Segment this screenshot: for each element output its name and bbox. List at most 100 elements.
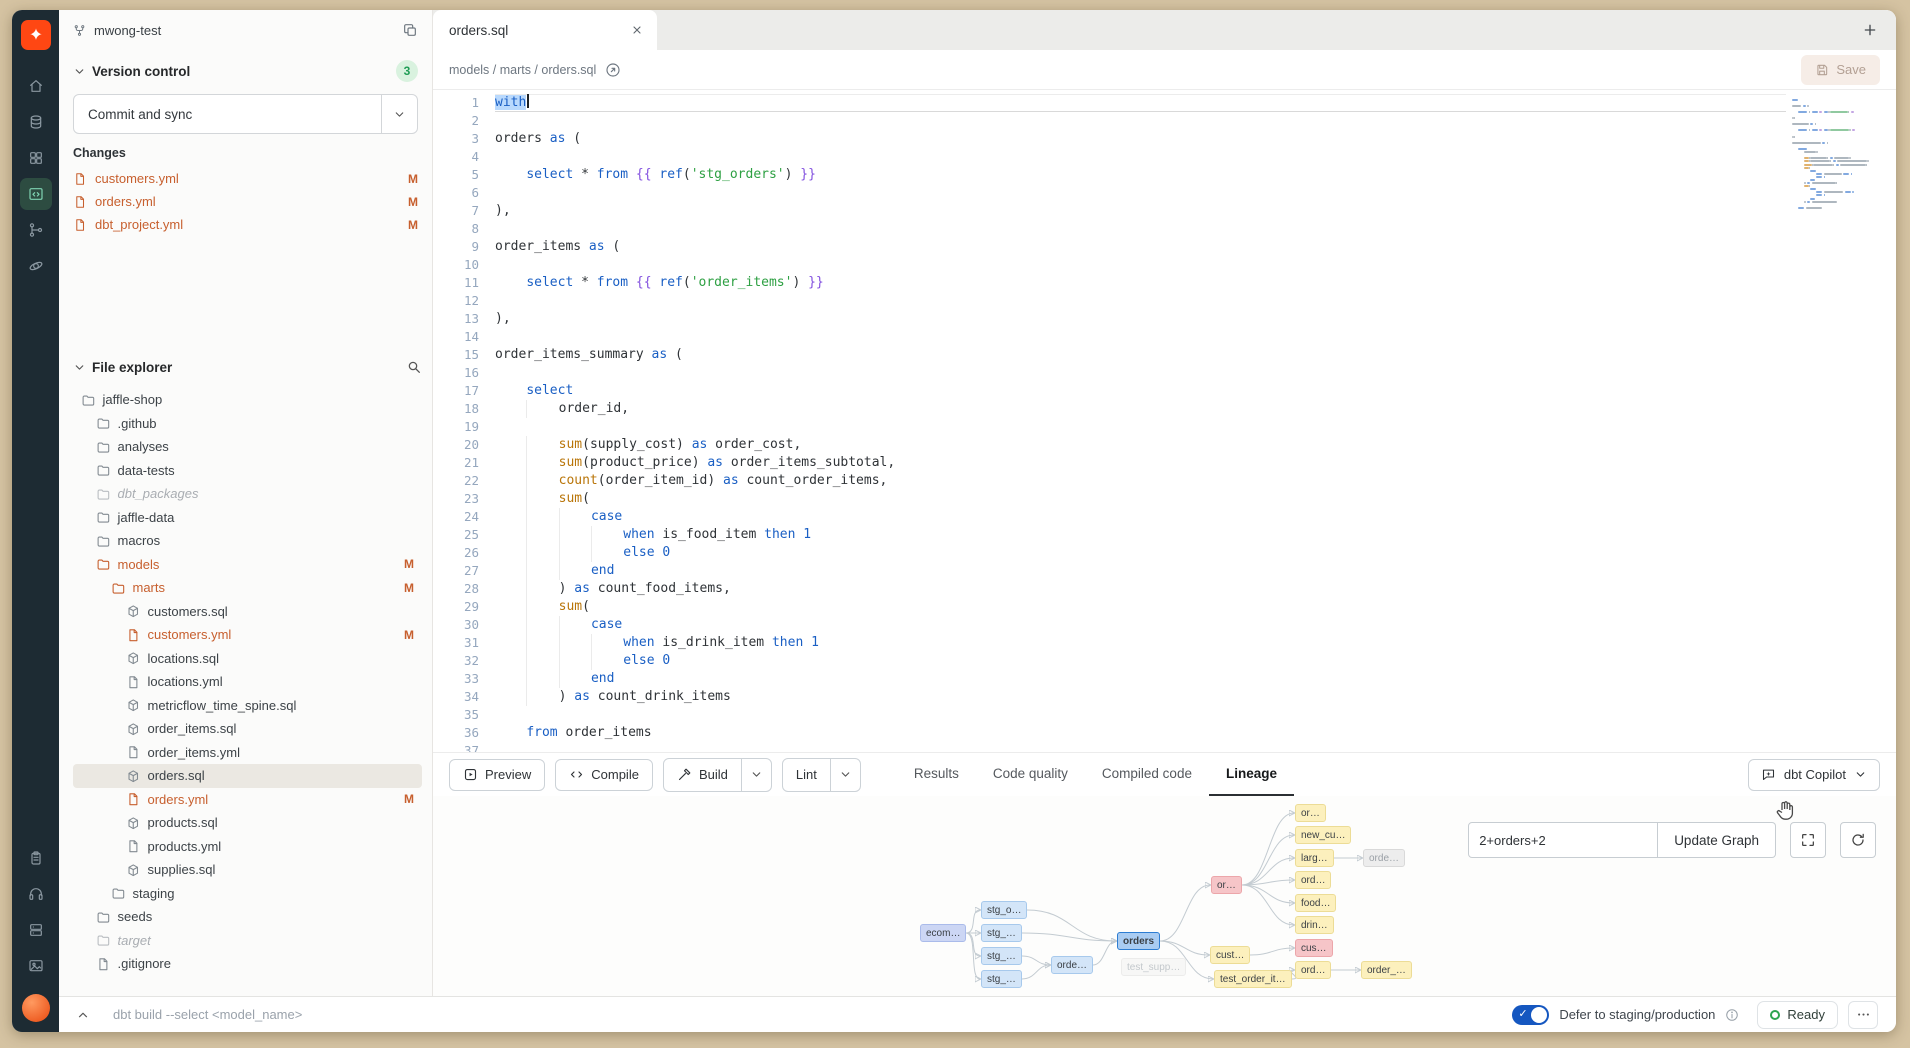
build-button[interactable]: Build (664, 759, 741, 791)
tree-item-order_items.yml[interactable]: order_items.yml (73, 741, 422, 765)
build-options-caret[interactable] (741, 759, 771, 791)
lineage-node-orde[interactable]: orde… (1363, 849, 1405, 867)
tree-item-orders.sql[interactable]: orders.sql (73, 764, 422, 788)
defer-toggle[interactable]: ✓ (1512, 1005, 1549, 1025)
lineage-node-cus[interactable]: cus… (1295, 939, 1333, 957)
tree-item-customers.yml[interactable]: customers.ymlM (73, 623, 422, 647)
lineage-node-new_cu[interactable]: new_cu… (1295, 826, 1351, 844)
lineage-node-ord[interactable]: ord… (1295, 961, 1331, 979)
lineage-node-or[interactable]: or… (1295, 804, 1326, 822)
tab-orders-sql[interactable]: orders.sql (433, 10, 657, 50)
tree-item-marts[interactable]: martsM (73, 576, 422, 600)
tree-item-products.sql[interactable]: products.sql (73, 811, 422, 835)
lineage-node-stg_[interactable]: stg_… (981, 924, 1022, 942)
close-icon[interactable] (627, 20, 647, 40)
copy-icon[interactable] (402, 22, 418, 38)
rail-item-home-icon[interactable] (20, 70, 52, 102)
lineage-node-order_[interactable]: order_… (1361, 961, 1412, 979)
commit-options-caret[interactable] (381, 95, 417, 133)
tree-item-.github[interactable]: .github (73, 412, 422, 436)
tree-item-staging[interactable]: staging (73, 882, 422, 906)
rail-item-headset-icon[interactable] (20, 878, 52, 910)
result-tab-code-quality[interactable]: Code quality (976, 753, 1085, 796)
lineage-node-test_supp[interactable]: test_supp… (1121, 958, 1186, 976)
compile-button[interactable]: Compile (555, 759, 653, 791)
expand-console-button[interactable] (71, 1003, 95, 1027)
lineage-selector-input[interactable] (1468, 822, 1658, 858)
dbt-logo[interactable] (21, 20, 51, 50)
lineage-node-drin[interactable]: drin… (1295, 916, 1334, 934)
rail-item-database-icon[interactable] (20, 106, 52, 138)
save-button[interactable]: Save (1801, 55, 1880, 85)
lineage-node-stg_[interactable]: stg_… (981, 947, 1022, 965)
lineage-node-orders[interactable]: orders (1117, 932, 1160, 950)
tree-item-models[interactable]: modelsM (73, 553, 422, 577)
lineage-node-test_order_it[interactable]: test_order_it… (1214, 970, 1292, 988)
result-tab-compiled-code[interactable]: Compiled code (1085, 753, 1209, 796)
tree-item-target[interactable]: target (73, 929, 422, 953)
lineage-node-food[interactable]: food… (1295, 894, 1336, 912)
changed-file-row[interactable]: customers.ymlM (73, 167, 418, 190)
workspace-header[interactable]: mwong-test (59, 10, 432, 50)
lint-options-caret[interactable] (830, 759, 860, 791)
changed-file-row[interactable]: orders.ymlM (73, 190, 418, 213)
rail-item-apps-grid-icon[interactable] (20, 142, 52, 174)
tree-item-products.yml[interactable]: products.yml (73, 835, 422, 859)
tree-item-dbt_packages[interactable]: dbt_packages (73, 482, 422, 506)
search-icon[interactable] (406, 359, 422, 375)
commit-and-sync-button[interactable]: Commit and sync (73, 94, 418, 134)
rail-item-image-icon[interactable] (20, 950, 52, 982)
update-graph-button[interactable]: Update Graph (1658, 822, 1776, 858)
code-editor[interactable]: 1234567891011121314151617181920212223242… (433, 90, 1896, 752)
cli-command-text[interactable]: dbt build --select <model_name> (113, 1007, 302, 1022)
rail-item-branch-icon[interactable] (20, 214, 52, 246)
tree-item-jaffle-data[interactable]: jaffle-data (73, 506, 422, 530)
rail-item-clipboard-icon[interactable] (20, 842, 52, 874)
lineage-node-ord[interactable]: ord… (1295, 871, 1331, 889)
code-content[interactable]: withorders as ( select * from {{ ref('st… (479, 90, 1786, 752)
tree-item-macros[interactable]: macros (73, 529, 422, 553)
lineage-node-cust[interactable]: cust… (1210, 946, 1250, 964)
minimap[interactable] (1786, 90, 1896, 752)
refresh-button[interactable] (1840, 822, 1876, 858)
tree-item-orders.yml[interactable]: orders.ymlM (73, 788, 422, 812)
tree-item-data-tests[interactable]: data-tests (73, 459, 422, 483)
status-ready-button[interactable]: Ready (1757, 1001, 1838, 1029)
tree-item-order_items.sql[interactable]: order_items.sql (73, 717, 422, 741)
changed-file-row[interactable]: dbt_project.ymlM (73, 213, 418, 236)
lint-button[interactable]: Lint (783, 759, 830, 791)
open-link-icon[interactable] (605, 62, 621, 78)
tree-item-locations.sql[interactable]: locations.sql (73, 647, 422, 671)
tree-item-metricflow_time_spine.sql[interactable]: metricflow_time_spine.sql (73, 694, 422, 718)
lineage-node-stg_o[interactable]: stg_o… (981, 901, 1027, 919)
fullscreen-button[interactable] (1790, 822, 1826, 858)
tree-item-supplies.sql[interactable]: supplies.sql (73, 858, 422, 882)
lineage-node-orde[interactable]: orde… (1051, 956, 1093, 974)
commit-and-sync-label[interactable]: Commit and sync (74, 95, 381, 133)
tree-item-seeds[interactable]: seeds (73, 905, 422, 929)
lineage-node-or[interactable]: or… (1211, 876, 1242, 894)
info-icon[interactable] (1725, 1008, 1739, 1022)
rail-item-server-icon[interactable] (20, 914, 52, 946)
version-control-header[interactable]: Version control 3 (73, 54, 418, 88)
dbt-copilot-button[interactable]: dbt Copilot (1748, 759, 1880, 791)
result-tab-lineage[interactable]: Lineage (1209, 753, 1294, 796)
new-tab-button[interactable] (1858, 18, 1882, 42)
preview-button[interactable]: Preview (449, 759, 545, 791)
result-tab-results[interactable]: Results (897, 753, 976, 796)
tree-item-analyses[interactable]: analyses (73, 435, 422, 459)
rail-item-develop-code-icon[interactable] (20, 178, 52, 210)
tree-item-customers.sql[interactable]: customers.sql (73, 600, 422, 624)
file-explorer-header[interactable]: File explorer (73, 350, 422, 384)
tree-item-jaffle-shop[interactable]: jaffle-shop (73, 388, 422, 412)
user-avatar[interactable] (22, 994, 50, 1022)
rail-item-orbit-icon[interactable] (20, 250, 52, 282)
changed-file-name: orders.yml (95, 194, 156, 209)
lineage-node-stg_[interactable]: stg_… (981, 970, 1022, 988)
more-options-button[interactable] (1848, 1001, 1878, 1029)
lineage-node-ecom[interactable]: ecom… (920, 924, 966, 942)
tree-item-locations.yml[interactable]: locations.yml (73, 670, 422, 694)
lineage-panel[interactable]: Update Graph ecom…stg_o…stg_…stg_…stg_…o… (433, 796, 1896, 996)
lineage-node-larg[interactable]: larg… (1295, 849, 1334, 867)
tree-item-.gitignore[interactable]: .gitignore (73, 952, 422, 976)
